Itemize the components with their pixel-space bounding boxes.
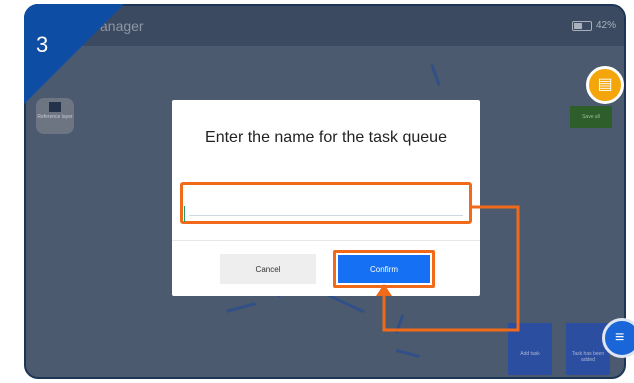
guide-arrow-head bbox=[376, 284, 392, 296]
guide-arrow bbox=[376, 205, 520, 332]
guide-arrow-path bbox=[382, 205, 520, 332]
